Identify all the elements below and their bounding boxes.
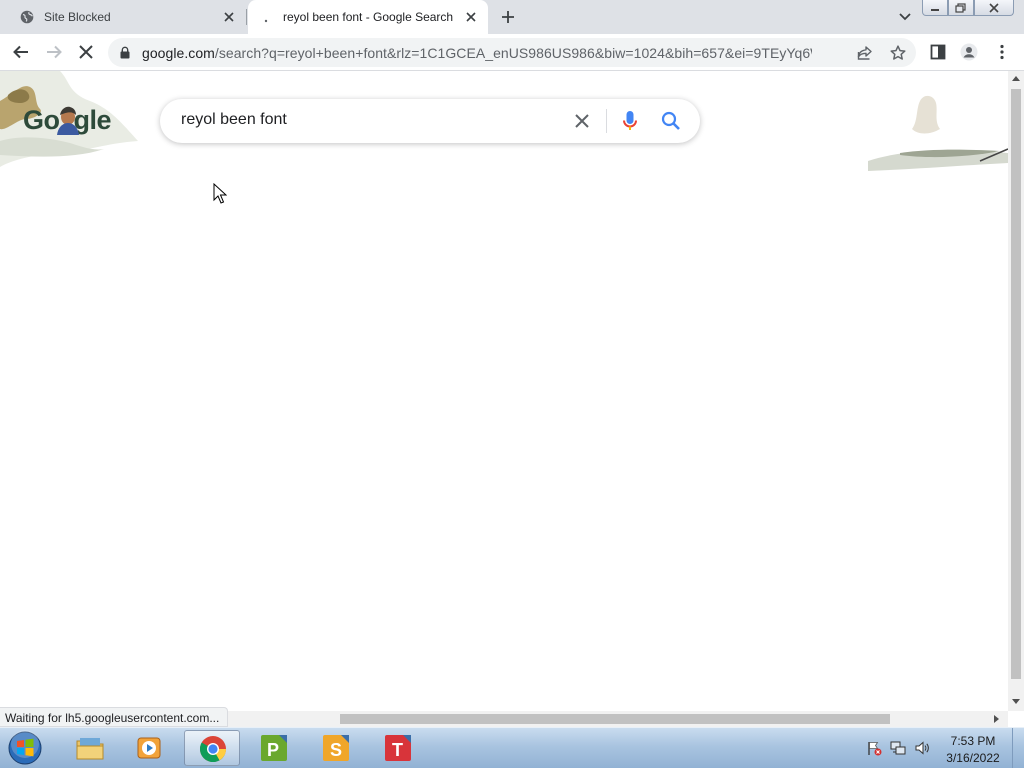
address-bar[interactable]: google.com/search?q=reyol+been+font&rlz=… (108, 38, 916, 67)
new-tab-plus-icon[interactable] (500, 9, 516, 25)
doodle-illustration-right (868, 95, 1008, 171)
folder-icon (76, 738, 104, 760)
doodle-portrait-icon (57, 106, 79, 135)
url-text[interactable]: google.com/search?q=reyol+been+font&rlz=… (142, 45, 812, 61)
tab-search-chevron-icon[interactable] (897, 10, 913, 24)
mouse-pointer-icon (213, 183, 227, 204)
s-app-letter: S (330, 740, 342, 760)
share-icon[interactable] (856, 44, 874, 62)
horizontal-scroll-thumb[interactable] (340, 714, 890, 724)
search-submit-icon[interactable] (660, 110, 682, 132)
url-host: google.com (142, 45, 215, 61)
media-player-icon (137, 737, 161, 759)
search-box-divider (606, 109, 607, 133)
globe-icon (20, 10, 34, 24)
p-app-letter: P (267, 740, 279, 760)
tab-title: reyol been font - Google Search (283, 10, 454, 24)
search-input[interactable]: reyol been font (181, 111, 287, 129)
taskbar-app-t[interactable]: T (370, 730, 426, 766)
tab-title: Site Blocked (44, 10, 111, 24)
vertical-scrollbar[interactable] (1008, 71, 1024, 711)
taskbar-app-s[interactable]: S (308, 730, 364, 766)
network-icon[interactable] (890, 740, 906, 756)
p-app-icon: P (261, 735, 287, 761)
bookmark-star-icon[interactable] (889, 44, 907, 62)
kebab-menu-icon[interactable] (993, 43, 1011, 61)
restore-button[interactable] (948, 0, 974, 16)
clock-time[interactable]: 7:53 PM (940, 734, 1006, 748)
minimize-button[interactable] (922, 0, 948, 16)
tab-site-blocked[interactable]: Site Blocked (8, 0, 246, 34)
close-window-button[interactable] (974, 0, 1014, 16)
tab-google-search[interactable]: reyol been font - Google Search (248, 0, 488, 34)
t-app-icon: T (385, 735, 411, 761)
back-arrow-icon[interactable] (12, 43, 30, 61)
windows-orb-icon (8, 730, 42, 765)
tab-divider (246, 9, 247, 25)
action-center-flag-icon[interactable] (866, 740, 882, 756)
tab-strip: Site Blocked reyol been font - Google Se… (0, 0, 1024, 34)
url-path: /search?q=reyol+been+font&rlz=1C1GCEA_en… (214, 45, 812, 61)
start-button[interactable] (5, 729, 45, 767)
loading-spinner-icon (260, 10, 274, 24)
taskbar-app-chrome[interactable] (184, 730, 240, 766)
close-tab-icon[interactable] (464, 10, 478, 24)
chrome-icon (199, 736, 227, 763)
scroll-right-arrow-icon[interactable] (994, 715, 1000, 723)
google-doodle-logo[interactable]: Go gle (23, 105, 112, 136)
side-panel-icon[interactable] (929, 43, 947, 61)
windows-taskbar: P S T 7:53 PM 3/16/2022 (0, 727, 1024, 768)
taskbar-app-explorer[interactable] (62, 730, 118, 766)
lock-icon[interactable] (120, 46, 130, 59)
browser-toolbar: google.com/search?q=reyol+been+font&rlz=… (0, 34, 1024, 71)
show-desktop-button[interactable] (1012, 728, 1024, 768)
close-tab-icon[interactable] (222, 10, 236, 24)
web-page-content: Go gle reyol been font (0, 71, 1008, 711)
profile-avatar-icon[interactable] (960, 43, 978, 61)
scroll-down-arrow-icon[interactable] (1012, 699, 1020, 705)
volume-icon[interactable] (914, 740, 930, 756)
window-controls (922, 0, 1014, 18)
microphone-icon[interactable] (620, 109, 640, 133)
scroll-up-arrow-icon[interactable] (1012, 75, 1020, 81)
taskbar-app-p[interactable]: P (246, 730, 302, 766)
clear-search-icon[interactable] (572, 111, 592, 131)
s-app-icon: S (323, 735, 349, 761)
search-box[interactable]: reyol been font (160, 99, 700, 143)
forward-arrow-icon[interactable] (45, 43, 63, 61)
t-app-letter: T (392, 740, 403, 760)
taskbar-app-media-player[interactable] (122, 730, 178, 766)
stop-loading-icon[interactable] (77, 43, 95, 61)
clock-date[interactable]: 3/16/2022 (940, 751, 1006, 765)
status-bubble: Waiting for lh5.googleusercontent.com... (0, 707, 229, 727)
vertical-scroll-thumb[interactable] (1011, 89, 1021, 679)
